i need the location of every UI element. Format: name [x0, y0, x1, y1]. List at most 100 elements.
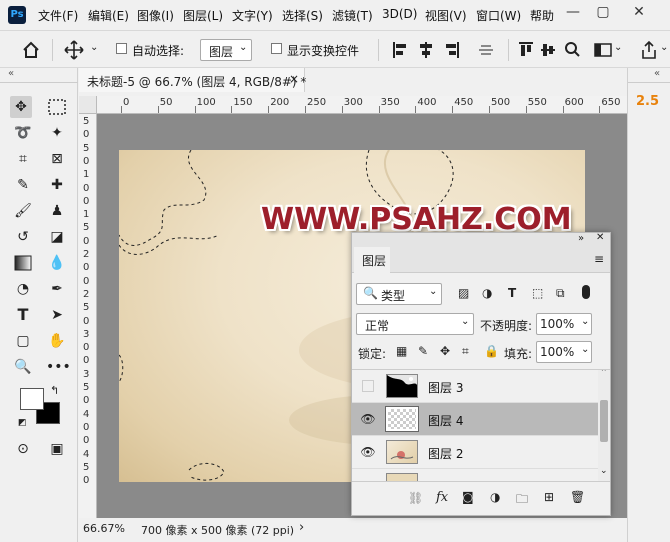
- menu-file[interactable]: 文件(F): [38, 7, 78, 24]
- brush-tool-icon[interactable]: 🖌: [12, 200, 34, 222]
- filter-toggle-icon[interactable]: [582, 285, 590, 299]
- auto-select-checkbox[interactable]: [116, 43, 127, 54]
- quick-mask-icon[interactable]: ⊙: [12, 438, 34, 460]
- filter-shape-icon[interactable]: ⬚: [532, 286, 543, 300]
- menu-type[interactable]: 文字(Y): [232, 7, 273, 24]
- link-icon[interactable]: ⛓: [408, 491, 423, 505]
- more-tools-icon[interactable]: •••: [46, 356, 71, 378]
- chevron-down-icon[interactable]: ⌄: [660, 42, 668, 53]
- magic-wand-icon[interactable]: ✦: [46, 122, 68, 144]
- panel-menu-icon[interactable]: ≡: [594, 252, 604, 266]
- gradient-tool-icon[interactable]: [12, 252, 34, 274]
- close-panel-icon[interactable]: ✕: [596, 232, 604, 243]
- layer-row-2[interactable]: 👁 图层 2: [352, 436, 598, 469]
- align-middle-icon[interactable]: [540, 41, 556, 59]
- blend-mode-dropdown[interactable]: 正常 ⌄: [356, 313, 474, 335]
- new-layer-icon[interactable]: ⊞: [544, 490, 554, 504]
- move-tool[interactable]: ✥: [10, 96, 32, 118]
- document-tab[interactable]: 未标题-5 @ 66.7% (图层 4, RGB/8#) * ×: [79, 68, 306, 92]
- menu-layer[interactable]: 图层(L): [183, 7, 223, 24]
- lock-artboard-icon[interactable]: ⌗: [462, 344, 469, 359]
- move-tool-icon[interactable]: [64, 40, 84, 60]
- menu-3d[interactable]: 3D(D): [382, 7, 417, 21]
- crop-tool-icon[interactable]: ⌗: [12, 148, 34, 170]
- layer-row-4[interactable]: 👁 图层 4: [352, 403, 598, 436]
- filter-adjustment-icon[interactable]: ◑: [482, 286, 492, 300]
- panel-header[interactable]: » ✕: [352, 232, 610, 247]
- healing-brush-icon[interactable]: ✚: [46, 174, 68, 196]
- menu-image[interactable]: 图像(I): [137, 7, 174, 24]
- chevron-down-icon[interactable]: ⌄: [90, 42, 98, 53]
- share-icon[interactable]: [640, 40, 658, 60]
- lock-all-icon[interactable]: 🔒: [484, 344, 499, 358]
- align-top-icon[interactable]: [518, 41, 534, 59]
- adjustment-icon[interactable]: ◑: [490, 490, 500, 504]
- menu-view[interactable]: 视图(V): [425, 7, 467, 24]
- minimize-button[interactable]: —: [558, 2, 588, 22]
- close-tab-icon[interactable]: ×: [289, 72, 299, 86]
- distribute-icon[interactable]: [478, 41, 494, 59]
- zoom-tool-icon[interactable]: 🔍: [12, 356, 34, 378]
- lock-pixels-icon[interactable]: ✎: [418, 344, 428, 358]
- shape-tool-icon[interactable]: ▢: [12, 330, 34, 352]
- menu-window[interactable]: 窗口(W): [476, 7, 521, 24]
- fx-button[interactable]: fx: [436, 490, 448, 505]
- fill-input[interactable]: 100% ⌄: [536, 341, 592, 363]
- chevron-up-icon[interactable]: ⌃: [600, 370, 608, 378]
- close-window-button[interactable]: ✕: [624, 2, 654, 22]
- eye-icon[interactable]: 👁: [360, 411, 376, 427]
- version-value[interactable]: 2.5: [636, 94, 659, 109]
- menu-select[interactable]: 选择(S): [282, 7, 323, 24]
- filter-smart-object-icon[interactable]: ⧉: [556, 286, 565, 301]
- auto-select-dropdown[interactable]: 图层 ⌄: [200, 39, 252, 61]
- align-center-icon[interactable]: [418, 41, 434, 59]
- layer-row-partial[interactable]: [352, 469, 598, 481]
- expand-arrows-icon[interactable]: «: [654, 68, 660, 79]
- align-right-icon[interactable]: [444, 41, 460, 59]
- eraser-icon[interactable]: ◪: [46, 226, 68, 248]
- frame-tool-icon[interactable]: ⊠: [46, 148, 68, 170]
- path-select-icon[interactable]: ➤: [46, 304, 68, 326]
- mask-icon[interactable]: ◙: [462, 490, 474, 504]
- eyedropper-icon[interactable]: ✎: [12, 174, 34, 196]
- blur-tool-icon[interactable]: 💧: [46, 252, 68, 274]
- layer-row-3[interactable]: 图层 3: [352, 370, 598, 403]
- visibility-toggle-off[interactable]: [362, 380, 374, 392]
- layers-scrollbar[interactable]: ⌃ ⌄: [598, 370, 610, 481]
- stamp-tool-icon[interactable]: ♟: [46, 200, 68, 222]
- restore-button[interactable]: ▢: [588, 2, 618, 22]
- pen-tool-icon[interactable]: ✒: [46, 278, 68, 300]
- show-transform-checkbox[interactable]: [271, 43, 282, 54]
- foreground-color-swatch[interactable]: [20, 388, 44, 410]
- search-icon[interactable]: [564, 41, 580, 59]
- collapse-panel-icon[interactable]: »: [578, 233, 584, 244]
- menu-edit[interactable]: 编辑(E): [88, 7, 129, 24]
- filter-pixel-icon[interactable]: ▨: [458, 286, 469, 300]
- align-left-icon[interactable]: [392, 41, 408, 59]
- menu-help[interactable]: 帮助: [530, 7, 554, 24]
- scrollbar-thumb[interactable]: [600, 400, 608, 442]
- lasso-tool-icon[interactable]: ➰: [12, 122, 34, 144]
- dodge-tool-icon[interactable]: ◔: [12, 278, 34, 300]
- trash-icon[interactable]: 🗑: [570, 490, 585, 504]
- lock-position-icon[interactable]: ✥: [440, 344, 450, 358]
- status-arrow-icon[interactable]: ›: [299, 520, 304, 535]
- type-tool-icon[interactable]: T: [12, 304, 34, 326]
- ruler-origin[interactable]: [79, 96, 97, 114]
- folder-icon[interactable]: 🗀: [516, 490, 528, 511]
- lock-transparent-icon[interactable]: ▦: [396, 344, 407, 358]
- eye-icon[interactable]: 👁: [360, 444, 376, 460]
- layer-filter-dropdown[interactable]: 🔍 类型 ⌄: [356, 283, 442, 305]
- zoom-level[interactable]: 66.67%: [83, 522, 125, 535]
- marquee-tool-icon[interactable]: [46, 96, 68, 118]
- collapse-arrows-icon[interactable]: «: [8, 68, 14, 79]
- tab-layers[interactable]: 图层: [354, 247, 390, 273]
- default-colors-icon[interactable]: ◩: [18, 418, 27, 428]
- chevron-down-icon[interactable]: ⌄: [600, 466, 608, 476]
- swap-colors-icon[interactable]: ↰: [50, 384, 59, 397]
- hand-tool-icon[interactable]: ✋: [46, 330, 68, 352]
- history-brush-icon[interactable]: ↺: [12, 226, 34, 248]
- menu-filter[interactable]: 滤镜(T): [332, 7, 373, 24]
- workspace-icon[interactable]: [594, 41, 612, 59]
- home-icon[interactable]: [22, 41, 40, 59]
